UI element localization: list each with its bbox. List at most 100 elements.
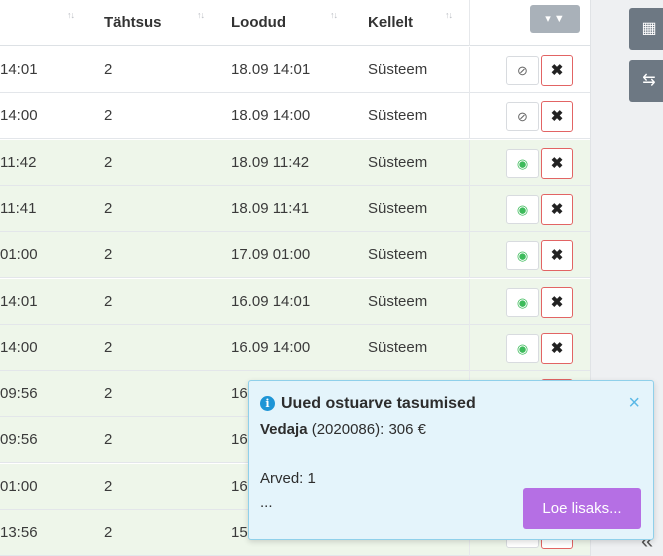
cell-time-text: 14:00: [0, 338, 38, 356]
column-divider: [469, 324, 470, 371]
cell-time-text: 01:00: [0, 246, 38, 264]
cell-created: 18.09 14:01: [231, 61, 311, 78]
table-row[interactable]: 14:01 2 18.09 14:01 Süsteem ⊘ ✖: [0, 47, 590, 93]
cell-priority: 2: [104, 338, 113, 356]
chevron-down-icon: ▾: [545, 13, 551, 25]
cell-created: 18.09 14:00: [231, 107, 311, 125]
vendor-detail: (2020086): 306 €: [311, 421, 426, 438]
cell-from: Süsteem: [368, 153, 428, 171]
column-header-priority[interactable]: Tähtsus: [104, 0, 162, 46]
cell-created: 16.09 14:00: [231, 338, 311, 356]
cell-time: 11:41: [0, 186, 95, 232]
cell-time: 09:56: [0, 371, 95, 417]
eye-slash-icon[interactable]: ⊘: [506, 56, 539, 85]
transfer-button[interactable]: ⇆: [629, 60, 663, 102]
close-icon[interactable]: ✖: [541, 55, 573, 86]
sort-icon[interactable]: ↑↓: [445, 10, 453, 20]
toast-vendor: Vedaja (2020086): 306 €: [260, 421, 426, 438]
column-divider: [469, 47, 470, 93]
cell-priority: 2: [104, 431, 113, 449]
column-divider: [469, 93, 470, 140]
table-row[interactable]: 11:42 2 18.09 11:42 Süsteem ◉ ✖: [0, 139, 590, 186]
close-icon[interactable]: ✖: [541, 193, 573, 225]
eye-icon[interactable]: ◉: [506, 148, 539, 178]
cell-from: Süsteem: [368, 292, 428, 310]
calculator-button[interactable]: ▦: [629, 8, 663, 50]
cell-time-text: 09:56: [0, 385, 38, 403]
cell-time: 13:56: [0, 510, 95, 556]
cell-time-text: 09:56: [0, 431, 38, 449]
cell-priority: 2: [104, 292, 113, 310]
table-row[interactable]: 14:01 2 16.09 14:01 Süsteem ◉ ✖: [0, 278, 590, 325]
cell-time: 14:00: [0, 325, 95, 371]
toast-title: i Uued ostuarve tasumised: [260, 395, 476, 413]
column-divider: [469, 185, 470, 232]
toast-title-text: Uued ostuarve tasumised: [281, 395, 476, 412]
cell-priority: 2: [104, 477, 113, 495]
table-row[interactable]: 11:41 2 18.09 11:41 Süsteem ◉ ✖: [0, 185, 590, 232]
cell-time: 01:00: [0, 232, 95, 278]
column-divider: [469, 232, 470, 279]
cell-from: Süsteem: [368, 246, 428, 264]
eye-icon[interactable]: ◉: [506, 241, 539, 271]
column-header-from[interactable]: Kellelt: [368, 0, 413, 46]
cell-created: 16.09 14:01: [231, 292, 311, 310]
cell-priority: 2: [104, 199, 113, 217]
close-icon[interactable]: ×: [628, 393, 640, 413]
table-row[interactable]: 14:00 2 18.09 14:00 Süsteem ⊘ ✖: [0, 93, 590, 140]
notification-toast: i Uued ostuarve tasumised × Vedaja (20200…: [248, 380, 654, 540]
cell-time-text: 14:01: [0, 61, 38, 78]
cell-time-text: 11:41: [0, 199, 37, 217]
calculator-icon: ▦: [641, 20, 657, 37]
cell-priority: 2: [104, 153, 113, 171]
cell-time-text: 14:00: [0, 107, 38, 125]
info-icon: i: [260, 396, 275, 411]
cell-priority: 2: [104, 385, 113, 403]
toast-ellipsis: ...: [260, 494, 273, 511]
cell-created: 17.09 01:00: [231, 246, 311, 264]
eye-slash-icon[interactable]: ⊘: [506, 102, 539, 132]
column-header-created[interactable]: Loodud: [231, 0, 286, 46]
sort-icon[interactable]: ↑↓: [197, 10, 205, 20]
close-icon[interactable]: ✖: [541, 147, 573, 179]
eye-icon[interactable]: ◉: [506, 287, 539, 317]
transfer-icon: ⇆: [642, 72, 656, 89]
cell-priority: 2: [104, 246, 113, 264]
cell-time: 01:00: [0, 464, 95, 510]
cell-time: 11:42: [0, 140, 95, 186]
sort-icon[interactable]: ↑↓: [330, 10, 338, 20]
close-icon[interactable]: ✖: [541, 240, 573, 272]
cell-priority: 2: [104, 107, 113, 125]
cell-time-text: 11:42: [0, 153, 37, 171]
cell-from: Süsteem: [368, 338, 428, 356]
cell-time: 09:56: [0, 417, 95, 463]
cell-priority: 2: [104, 61, 113, 78]
close-icon[interactable]: ✖: [541, 286, 573, 318]
cell-priority: 2: [104, 524, 113, 541]
filter-button[interactable]: ▾ ▼: [530, 5, 580, 33]
close-icon[interactable]: ✖: [541, 101, 573, 133]
cell-from: Süsteem: [368, 107, 428, 125]
read-more-button[interactable]: Loe lisaks...: [523, 488, 641, 529]
table-row[interactable]: 01:00 2 17.09 01:00 Süsteem ◉ ✖: [0, 232, 590, 279]
cell-time-text: 13:56: [0, 524, 38, 541]
cell-time-text: 01:00: [0, 477, 38, 495]
cell-time-text: 14:01: [0, 292, 38, 310]
cell-from: Süsteem: [368, 199, 428, 217]
cell-time: 14:01: [0, 47, 95, 93]
toast-invoices: Arved: 1: [260, 470, 316, 487]
filter-icon: ▼: [553, 13, 565, 25]
cell-created: 18.09 11:41: [231, 199, 310, 217]
close-icon[interactable]: ✖: [541, 332, 573, 364]
cell-created: 15: [231, 524, 248, 541]
table-header: ↑↓ Tähtsus ↑↓ Loodud ↑↓ Kellelt ↑↓ ▾ ▼: [0, 0, 590, 46]
table-row[interactable]: 14:00 2 16.09 14:00 Süsteem ◉ ✖: [0, 324, 590, 371]
vendor-name: Vedaja: [260, 421, 308, 438]
cell-time: 14:01: [0, 279, 95, 325]
eye-icon[interactable]: ◉: [506, 333, 539, 363]
cell-created: 16: [231, 431, 248, 449]
sort-icon[interactable]: ↑↓: [67, 10, 75, 20]
cell-created: 16: [231, 385, 248, 403]
eye-icon[interactable]: ◉: [506, 194, 539, 224]
column-divider: [469, 139, 470, 186]
